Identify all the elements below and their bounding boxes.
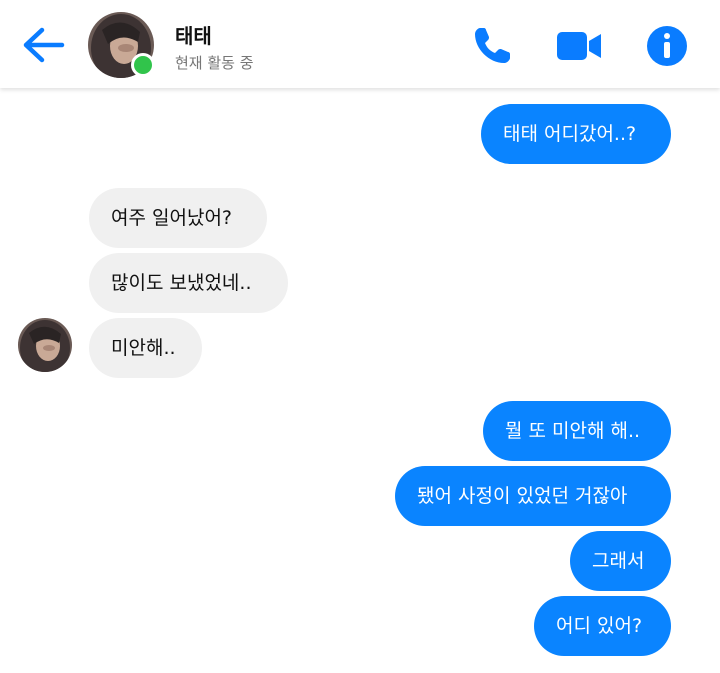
chat-header: 태태 현재 활동 중 bbox=[0, 0, 720, 88]
video-call-button[interactable] bbox=[556, 24, 601, 68]
call-button[interactable] bbox=[470, 24, 514, 68]
message-bubble-sent[interactable]: 됐어 사정이 있었던 거잖아 bbox=[395, 466, 671, 526]
contact-status: 현재 활동 중 bbox=[175, 54, 254, 72]
back-button[interactable] bbox=[20, 25, 66, 65]
message-bubble-sent[interactable]: 뭘 또 미안해 해.. bbox=[483, 401, 671, 461]
info-button[interactable] bbox=[645, 24, 689, 68]
contact-avatar[interactable] bbox=[88, 12, 155, 78]
contact-name: 태태 bbox=[175, 24, 212, 48]
info-icon bbox=[647, 26, 687, 66]
message-bubble-received[interactable]: 여주 일어났어? bbox=[89, 188, 267, 248]
contact-message-avatar[interactable] bbox=[18, 318, 72, 372]
message-bubble-sent[interactable]: 그래서 bbox=[570, 531, 671, 591]
video-camera-icon bbox=[557, 32, 601, 60]
arrow-left-icon bbox=[23, 27, 65, 63]
online-status-dot bbox=[131, 53, 155, 77]
phone-icon bbox=[475, 28, 510, 63]
chat-screen: 태태 현재 활동 중 태태 어디갔어..? 여주 일어났어? 많이도 보냈었네.… bbox=[0, 0, 720, 673]
message-bubble-received[interactable]: 미안해.. bbox=[89, 318, 202, 378]
message-bubble-sent[interactable]: 어디 있어? bbox=[534, 596, 671, 656]
message-bubble-sent[interactable]: 태태 어디갔어..? bbox=[481, 104, 671, 164]
message-bubble-received[interactable]: 많이도 보냈었네.. bbox=[89, 253, 288, 313]
